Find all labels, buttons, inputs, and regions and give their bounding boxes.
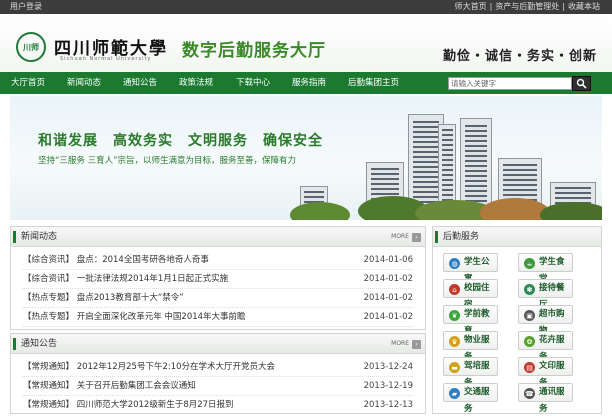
notice-more-link[interactable]: MORE (391, 340, 409, 348)
banner: 和谐发展 高效务实 文明服务 确保安全 坚持“三服务 三育人”宗旨，以师生满意为… (10, 96, 602, 220)
notice-panel: 通知公告 MORE › 【常规通知】 2012年12月25号下午2:10分在学术… (10, 333, 426, 414)
car-icon: ▬ (449, 362, 460, 373)
notice-panel-header: 通知公告 MORE › (11, 334, 425, 354)
service-button[interactable]: ▰ 交通服务 (443, 383, 498, 414)
news-panel-header: 新闻动态 MORE › (11, 227, 425, 247)
service-button[interactable]: ✿花卉服务 (518, 331, 573, 362)
leaf-icon: ❦ (449, 310, 460, 321)
print-icon: ▤ (524, 362, 535, 373)
globe-icon: ◍ (449, 258, 460, 269)
university-emblem-icon: 川师 (16, 32, 46, 62)
list-item[interactable]: 【热点专题】 开启全面深化改革元年 中国2014年大事前瞻 2014-01-02 (23, 308, 413, 327)
motto: 勤俭・诚信・务实・创新 (443, 49, 598, 64)
university-name-en: Sichuan Normal University (60, 56, 152, 62)
item-date: 2014-01-02 (363, 312, 413, 322)
top-links: 师大首页 | 资产与后勤管理处 | 收藏本站 (455, 0, 600, 14)
site-title: 数字后勤服务大厅 (182, 41, 326, 61)
item-date: 2013-12-19 (363, 381, 413, 391)
nav-policies[interactable]: 政策法规 (179, 72, 213, 94)
more-arrow-icon[interactable]: › (412, 340, 421, 349)
separator: | (489, 2, 493, 11)
food-icon: ☕ (524, 258, 535, 269)
banner-subtitle: 坚持“三服务 三育人”宗旨，以师生满意为目标，服务至善，保障有力 (38, 156, 297, 166)
more-arrow-icon[interactable]: › (412, 233, 421, 242)
news-more-link[interactable]: MORE (391, 233, 409, 241)
nav-downloads[interactable]: 下载中心 (236, 72, 270, 94)
service-button[interactable]: ▤文印服务 (518, 357, 573, 388)
item-date: 2013-12-13 (363, 400, 413, 410)
services-panel-title: 后勤服务 (443, 232, 480, 242)
flower-icon: ✿ (524, 336, 535, 347)
service-button[interactable]: ☕学生食堂 (518, 253, 573, 284)
list-item[interactable]: 【热点专题】 盘点2013教育部十大“禁令” 2014-01-02 (23, 289, 413, 308)
services-panel: 后勤服务 ◍学生公寓 ☕学生食堂 ⌂校园住宿 ✽接待餐厅 ❦学前教育 ▣超市购物 ♛物业服务… (432, 226, 602, 414)
service-button[interactable]: ☎ 通讯服务 (518, 383, 573, 414)
list-item[interactable]: 【综合资讯】 盘点：2014全国考研各地奇人奇事 2014-01-06 (23, 251, 413, 270)
service-label: 通讯服务 (539, 387, 565, 414)
search-button[interactable] (572, 76, 591, 91)
search-input[interactable]: 请输入关键字 (448, 77, 572, 90)
item-date: 2014-01-06 (363, 255, 413, 265)
home-link[interactable]: 师大首页 (455, 0, 487, 14)
list-item[interactable]: 【综合资讯】 一批法律法规2014年1月1日起正式实施 2014-01-02 (23, 270, 413, 289)
bookmark-link[interactable]: 收藏本站 (568, 0, 600, 14)
service-button[interactable]: ♛物业服务 (443, 331, 498, 362)
service-label: 交通服务 (464, 387, 490, 414)
list-item[interactable]: 【常规通知】 四川师范大学2012级新生于8月27日报到 2013-12-13 (23, 396, 413, 415)
service-button[interactable]: ❦学前教育 (443, 305, 498, 336)
nav-service-guide[interactable]: 服务指南 (292, 72, 326, 94)
item-date: 2014-01-02 (363, 293, 413, 303)
news-panel-title: 新闻动态 (21, 232, 58, 242)
nav-notices[interactable]: 通知公告 (123, 72, 157, 94)
service-button[interactable]: ⌂校园住宿 (443, 279, 498, 310)
news-panel: 新闻动态 MORE › 【综合资讯】 盘点：2014全国考研各地奇人奇事 2014… (10, 226, 426, 330)
nav-group-home[interactable]: 后勤集团主页 (348, 72, 399, 94)
bus-icon: ▰ (449, 388, 460, 399)
phone-icon: ☎ (524, 388, 535, 399)
list-item[interactable]: 【常规通知】 2012年12月25号下午2:10分在学术大厅开党员大会 2013-… (23, 358, 413, 377)
search-icon (576, 78, 587, 89)
notice-panel-title: 通知公告 (21, 339, 58, 349)
house-icon: ⌂ (449, 284, 460, 295)
site-header: 川师 四川师範大學 Sichuan Normal University 数字后勤… (0, 14, 612, 72)
login-link[interactable]: 用户登录 (10, 0, 42, 14)
asset-office-link[interactable]: 资产与后勤管理处 (495, 0, 559, 14)
nav-home[interactable]: 大厅首页 (11, 72, 45, 94)
separator: | (562, 2, 565, 11)
service-button[interactable]: ◍学生公寓 (443, 253, 498, 284)
cart-icon: ▣ (524, 310, 535, 321)
list-item[interactable]: 【常规通知】 关于召开后勤集团工会会议通知 2013-12-19 (23, 377, 413, 396)
service-button[interactable]: ▬驾培服务 (443, 357, 498, 388)
item-date: 2014-01-02 (363, 274, 413, 284)
services-panel-header: 后勤服务 (433, 227, 601, 247)
trophy-icon: ♛ (449, 336, 460, 347)
banner-slogan: 和谐发展 高效务实 文明服务 确保安全 (38, 133, 323, 149)
hospitality-icon: ✽ (524, 284, 535, 295)
item-date: 2013-12-24 (363, 362, 413, 372)
service-button[interactable]: ✽接待餐厅 (518, 279, 573, 310)
top-bar: 用户登录 师大首页 | 资产与后勤管理处 | 收藏本站 (0, 0, 612, 14)
service-button[interactable]: ▣超市购物 (518, 305, 573, 336)
nav-news[interactable]: 新闻动态 (67, 72, 101, 94)
